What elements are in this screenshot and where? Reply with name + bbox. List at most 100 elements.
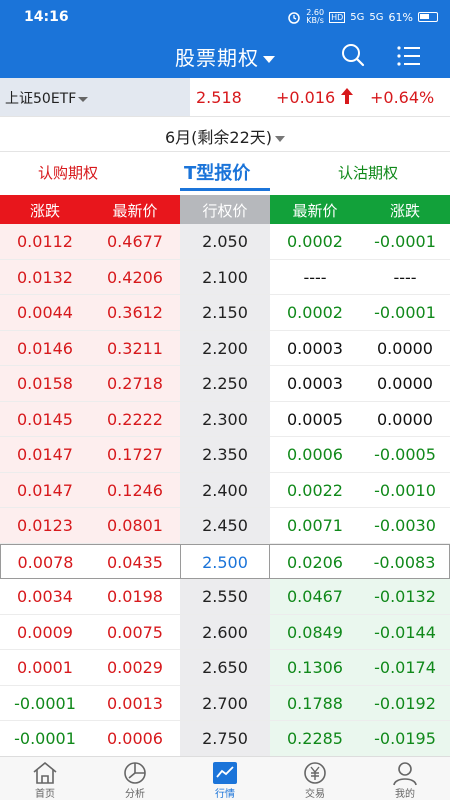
nav-market[interactable]: 行情 — [180, 757, 270, 800]
column-header-put-change[interactable]: 涨跌 — [360, 195, 450, 224]
table-row[interactable]: 0.0147 0.1246 2.400 0.0022 -0.0010 — [0, 472, 450, 508]
put-last-price-cell[interactable]: 0.0022 — [270, 472, 360, 508]
tab-call-options[interactable]: 认购期权 — [38, 162, 98, 183]
put-change-cell[interactable]: -0.0001 — [360, 224, 450, 260]
call-last-price-cell[interactable]: 0.0006 — [90, 721, 180, 756]
call-last-price-cell[interactable]: 0.2718 — [90, 366, 180, 402]
put-change-cell[interactable]: -0.0132 — [360, 579, 450, 615]
column-header-call-last[interactable]: 最新价 — [90, 195, 180, 224]
table-row[interactable]: 0.0009 0.0075 2.600 0.0849 -0.0144 — [0, 614, 450, 650]
page-title-dropdown[interactable]: 股票期权 — [0, 42, 450, 71]
table-row[interactable]: 0.0034 0.0198 2.550 0.0467 -0.0132 — [0, 579, 450, 615]
table-row[interactable]: -0.0001 0.0013 2.700 0.1788 -0.0192 — [0, 685, 450, 721]
put-change-cell[interactable]: -0.0144 — [360, 614, 450, 650]
strike-price-cell[interactable]: 2.150 — [180, 295, 270, 331]
put-last-price-cell[interactable]: 0.0071 — [270, 508, 360, 544]
call-last-price-cell[interactable]: 0.0801 — [90, 508, 180, 544]
column-header-call-change[interactable]: 涨跌 — [0, 195, 90, 224]
table-row[interactable]: 0.0147 0.1727 2.350 0.0006 -0.0005 — [0, 437, 450, 473]
call-change-cell[interactable]: 0.0123 — [0, 508, 90, 544]
put-change-cell[interactable]: -0.0192 — [360, 685, 450, 721]
strike-price-cell[interactable]: 2.550 — [180, 579, 270, 615]
put-last-price-cell[interactable]: 0.2285 — [270, 721, 360, 756]
tab-put-options[interactable]: 认沽期权 — [338, 162, 398, 183]
put-last-price-cell[interactable]: 0.0206 — [270, 543, 360, 579]
strike-price-cell[interactable]: 2.650 — [180, 650, 270, 686]
call-last-price-cell[interactable]: 0.0075 — [90, 614, 180, 650]
strike-price-cell[interactable]: 2.350 — [180, 437, 270, 473]
strike-price-cell[interactable]: 2.450 — [180, 508, 270, 544]
call-change-cell[interactable]: 0.0147 — [0, 472, 90, 508]
put-change-cell[interactable]: -0.0030 — [360, 508, 450, 544]
table-row[interactable]: 0.0112 0.4677 2.050 0.0002 -0.0001 — [0, 224, 450, 260]
strike-price-cell[interactable]: 2.050 — [180, 224, 270, 260]
strike-price-cell[interactable]: 2.250 — [180, 366, 270, 402]
table-row[interactable]: -0.0001 0.0006 2.750 0.2285 -0.0195 — [0, 721, 450, 756]
nav-mine[interactable]: 我的 — [360, 757, 450, 800]
table-row[interactable]: 0.0158 0.2718 2.250 0.0003 0.0000 — [0, 366, 450, 402]
table-row[interactable]: 0.0044 0.3612 2.150 0.0002 -0.0001 — [0, 295, 450, 331]
list-menu-icon[interactable] — [396, 43, 422, 69]
nav-analysis[interactable]: 分析 — [90, 757, 180, 800]
call-change-cell[interactable]: 0.0145 — [0, 401, 90, 437]
strike-price-cell[interactable]: 2.500 — [180, 543, 270, 579]
table-row[interactable]: 0.0146 0.3211 2.200 0.0003 0.0000 — [0, 330, 450, 366]
put-last-price-cell[interactable]: 0.0467 — [270, 579, 360, 615]
put-change-cell[interactable]: ---- — [360, 259, 450, 295]
call-change-cell[interactable]: 0.0078 — [0, 543, 90, 579]
expiry-selector[interactable]: 6月(剩余22天) — [0, 116, 450, 152]
call-last-price-cell[interactable]: 0.0013 — [90, 685, 180, 721]
nav-trade[interactable]: 交易 — [270, 757, 360, 800]
put-last-price-cell[interactable]: 0.1788 — [270, 685, 360, 721]
call-last-price-cell[interactable]: 0.0029 — [90, 650, 180, 686]
column-header-put-last[interactable]: 最新价 — [270, 195, 360, 224]
call-last-price-cell[interactable]: 0.1727 — [90, 437, 180, 473]
table-row[interactable]: 0.0145 0.2222 2.300 0.0005 0.0000 — [0, 401, 450, 437]
strike-price-cell[interactable]: 2.100 — [180, 259, 270, 295]
call-last-price-cell[interactable]: 0.0198 — [90, 579, 180, 615]
call-change-cell[interactable]: 0.0044 — [0, 295, 90, 331]
call-last-price-cell[interactable]: 0.4677 — [90, 224, 180, 260]
table-row[interactable]: 0.0001 0.0029 2.650 0.1306 -0.0174 — [0, 650, 450, 686]
search-icon[interactable] — [340, 42, 366, 68]
strike-price-cell[interactable]: 2.600 — [180, 614, 270, 650]
put-change-cell[interactable]: -0.0195 — [360, 721, 450, 756]
put-last-price-cell[interactable]: ---- — [270, 259, 360, 295]
tab-t-quote[interactable]: T型报价 — [184, 159, 250, 185]
call-last-price-cell[interactable]: 0.4206 — [90, 259, 180, 295]
underlying-selector[interactable]: 上证50ETF — [0, 78, 190, 116]
call-change-cell[interactable]: -0.0001 — [0, 685, 90, 721]
call-last-price-cell[interactable]: 0.3612 — [90, 295, 180, 331]
call-change-cell[interactable]: 0.0034 — [0, 579, 90, 615]
call-change-cell[interactable]: 0.0146 — [0, 330, 90, 366]
put-last-price-cell[interactable]: 0.0849 — [270, 614, 360, 650]
call-change-cell[interactable]: 0.0112 — [0, 224, 90, 260]
call-change-cell[interactable]: 0.0147 — [0, 437, 90, 473]
put-change-cell[interactable]: 0.0000 — [360, 366, 450, 402]
put-last-price-cell[interactable]: 0.0003 — [270, 330, 360, 366]
put-last-price-cell[interactable]: 0.0003 — [270, 366, 360, 402]
put-change-cell[interactable]: 0.0000 — [360, 401, 450, 437]
strike-price-cell[interactable]: 2.700 — [180, 685, 270, 721]
put-last-price-cell[interactable]: 0.0006 — [270, 437, 360, 473]
call-last-price-cell[interactable]: 0.2222 — [90, 401, 180, 437]
call-change-cell[interactable]: 0.0009 — [0, 614, 90, 650]
strike-price-cell[interactable]: 2.750 — [180, 721, 270, 756]
call-change-cell[interactable]: 0.0158 — [0, 366, 90, 402]
strike-price-cell[interactable]: 2.200 — [180, 330, 270, 366]
put-last-price-cell[interactable]: 0.0005 — [270, 401, 360, 437]
call-last-price-cell[interactable]: 0.3211 — [90, 330, 180, 366]
table-row[interactable]: 0.0123 0.0801 2.450 0.0071 -0.0030 — [0, 508, 450, 544]
strike-price-cell[interactable]: 2.300 — [180, 401, 270, 437]
call-last-price-cell[interactable]: 0.0435 — [90, 543, 180, 579]
column-header-strike[interactable]: 行权价 — [180, 195, 270, 224]
put-last-price-cell[interactable]: 0.1306 — [270, 650, 360, 686]
put-change-cell[interactable]: 0.0000 — [360, 330, 450, 366]
call-last-price-cell[interactable]: 0.1246 — [90, 472, 180, 508]
nav-home[interactable]: 首页 — [0, 757, 90, 800]
table-row-at-the-money[interactable]: 0.0078 0.0435 2.500 0.0206 -0.0083 — [0, 543, 450, 579]
put-last-price-cell[interactable]: 0.0002 — [270, 224, 360, 260]
table-row[interactable]: 0.0132 0.4206 2.100 ---- ---- — [0, 259, 450, 295]
put-last-price-cell[interactable]: 0.0002 — [270, 295, 360, 331]
call-change-cell[interactable]: -0.0001 — [0, 721, 90, 756]
